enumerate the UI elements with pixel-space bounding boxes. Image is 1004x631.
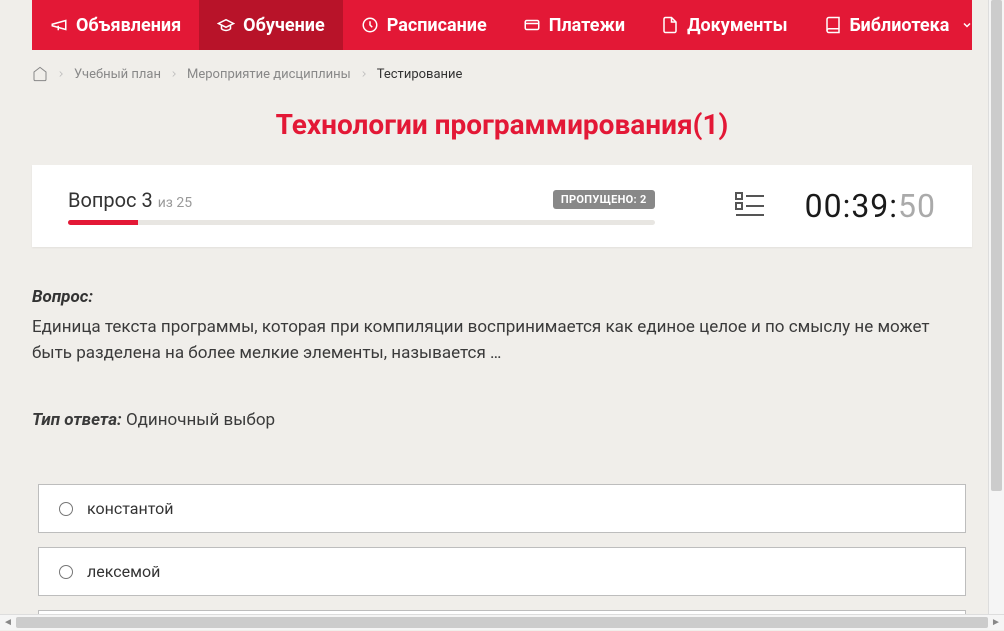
chevron-right-icon bbox=[169, 69, 179, 79]
graduation-icon bbox=[217, 16, 235, 34]
answer-type-row: Тип ответа: Одиночный выбор bbox=[32, 410, 972, 430]
answer-label: лексемой bbox=[87, 562, 160, 581]
question-body: Вопрос: Единица текста программы, котора… bbox=[32, 247, 972, 614]
chevron-right-icon bbox=[56, 69, 66, 79]
nav-education[interactable]: Обучение bbox=[199, 0, 343, 50]
nav-announcements[interactable]: Объявления bbox=[32, 0, 199, 50]
answer-radio[interactable] bbox=[59, 565, 73, 579]
question-counter: Вопрос 3 из 25 bbox=[68, 188, 192, 212]
nav-documents[interactable]: Документы bbox=[643, 0, 805, 50]
page-title: Технологии программирования(1) bbox=[32, 108, 972, 141]
scroll-left-icon[interactable]: ◄ bbox=[0, 615, 16, 631]
horizontal-scrollbar[interactable]: ◄ ► bbox=[0, 614, 1004, 630]
top-nav: Объявления Обучение Расписание Платежи Д… bbox=[32, 0, 972, 50]
answer-option[interactable]: лексемой bbox=[38, 547, 966, 596]
nav-label: Платежи bbox=[549, 15, 625, 36]
breadcrumb: Учебный план Мероприятие дисциплины Тест… bbox=[32, 50, 972, 98]
quiz-info-card: Вопрос 3 из 25 ПРОПУЩЕНО: 2 bbox=[32, 165, 972, 247]
scroll-right-icon[interactable]: ► bbox=[988, 615, 1004, 631]
chevron-right-icon bbox=[359, 69, 369, 79]
breadcrumb-link[interactable]: Мероприятие дисциплины bbox=[187, 67, 351, 82]
question-text: Единица текста программы, которая при ко… bbox=[32, 315, 972, 366]
chevron-down-icon bbox=[961, 19, 973, 31]
home-icon[interactable] bbox=[32, 66, 48, 82]
question-heading: Вопрос: bbox=[32, 287, 972, 307]
progress-bar bbox=[68, 220, 655, 225]
nav-label: Обучение bbox=[243, 15, 325, 36]
nav-library[interactable]: Библиотека bbox=[806, 0, 992, 50]
nav-label: Документы bbox=[687, 15, 787, 36]
scrollbar-thumb[interactable] bbox=[991, 0, 1002, 491]
nav-schedule[interactable]: Расписание bbox=[343, 0, 505, 50]
nav-label: Расписание bbox=[387, 15, 487, 36]
skipped-badge: ПРОПУЩЕНО: 2 bbox=[553, 190, 655, 209]
payment-icon bbox=[523, 16, 541, 34]
answer-list: константой лексемой bbox=[32, 484, 972, 614]
megaphone-icon bbox=[50, 16, 68, 34]
answer-label: константой bbox=[87, 499, 173, 518]
answer-type-value: Одиночный выбор bbox=[126, 410, 275, 430]
answer-type-label: Тип ответа: bbox=[32, 410, 122, 430]
document-icon bbox=[661, 16, 679, 34]
progress-fill bbox=[68, 220, 138, 225]
nav-label: Объявления bbox=[76, 15, 181, 36]
answer-radio[interactable] bbox=[59, 502, 73, 516]
scrollbar-thumb[interactable] bbox=[16, 617, 988, 628]
answer-option[interactable]: константой bbox=[38, 484, 966, 533]
clock-icon bbox=[361, 16, 379, 34]
breadcrumb-current: Тестирование bbox=[377, 67, 463, 82]
breadcrumb-link[interactable]: Учебный план bbox=[74, 67, 161, 82]
question-list-icon[interactable] bbox=[735, 202, 765, 221]
timer: 00:39:50 bbox=[805, 187, 936, 225]
nav-payments[interactable]: Платежи bbox=[505, 0, 643, 50]
vertical-scrollbar[interactable] bbox=[988, 0, 1004, 614]
book-icon bbox=[824, 16, 842, 34]
nav-label: Библиотека bbox=[850, 15, 950, 36]
